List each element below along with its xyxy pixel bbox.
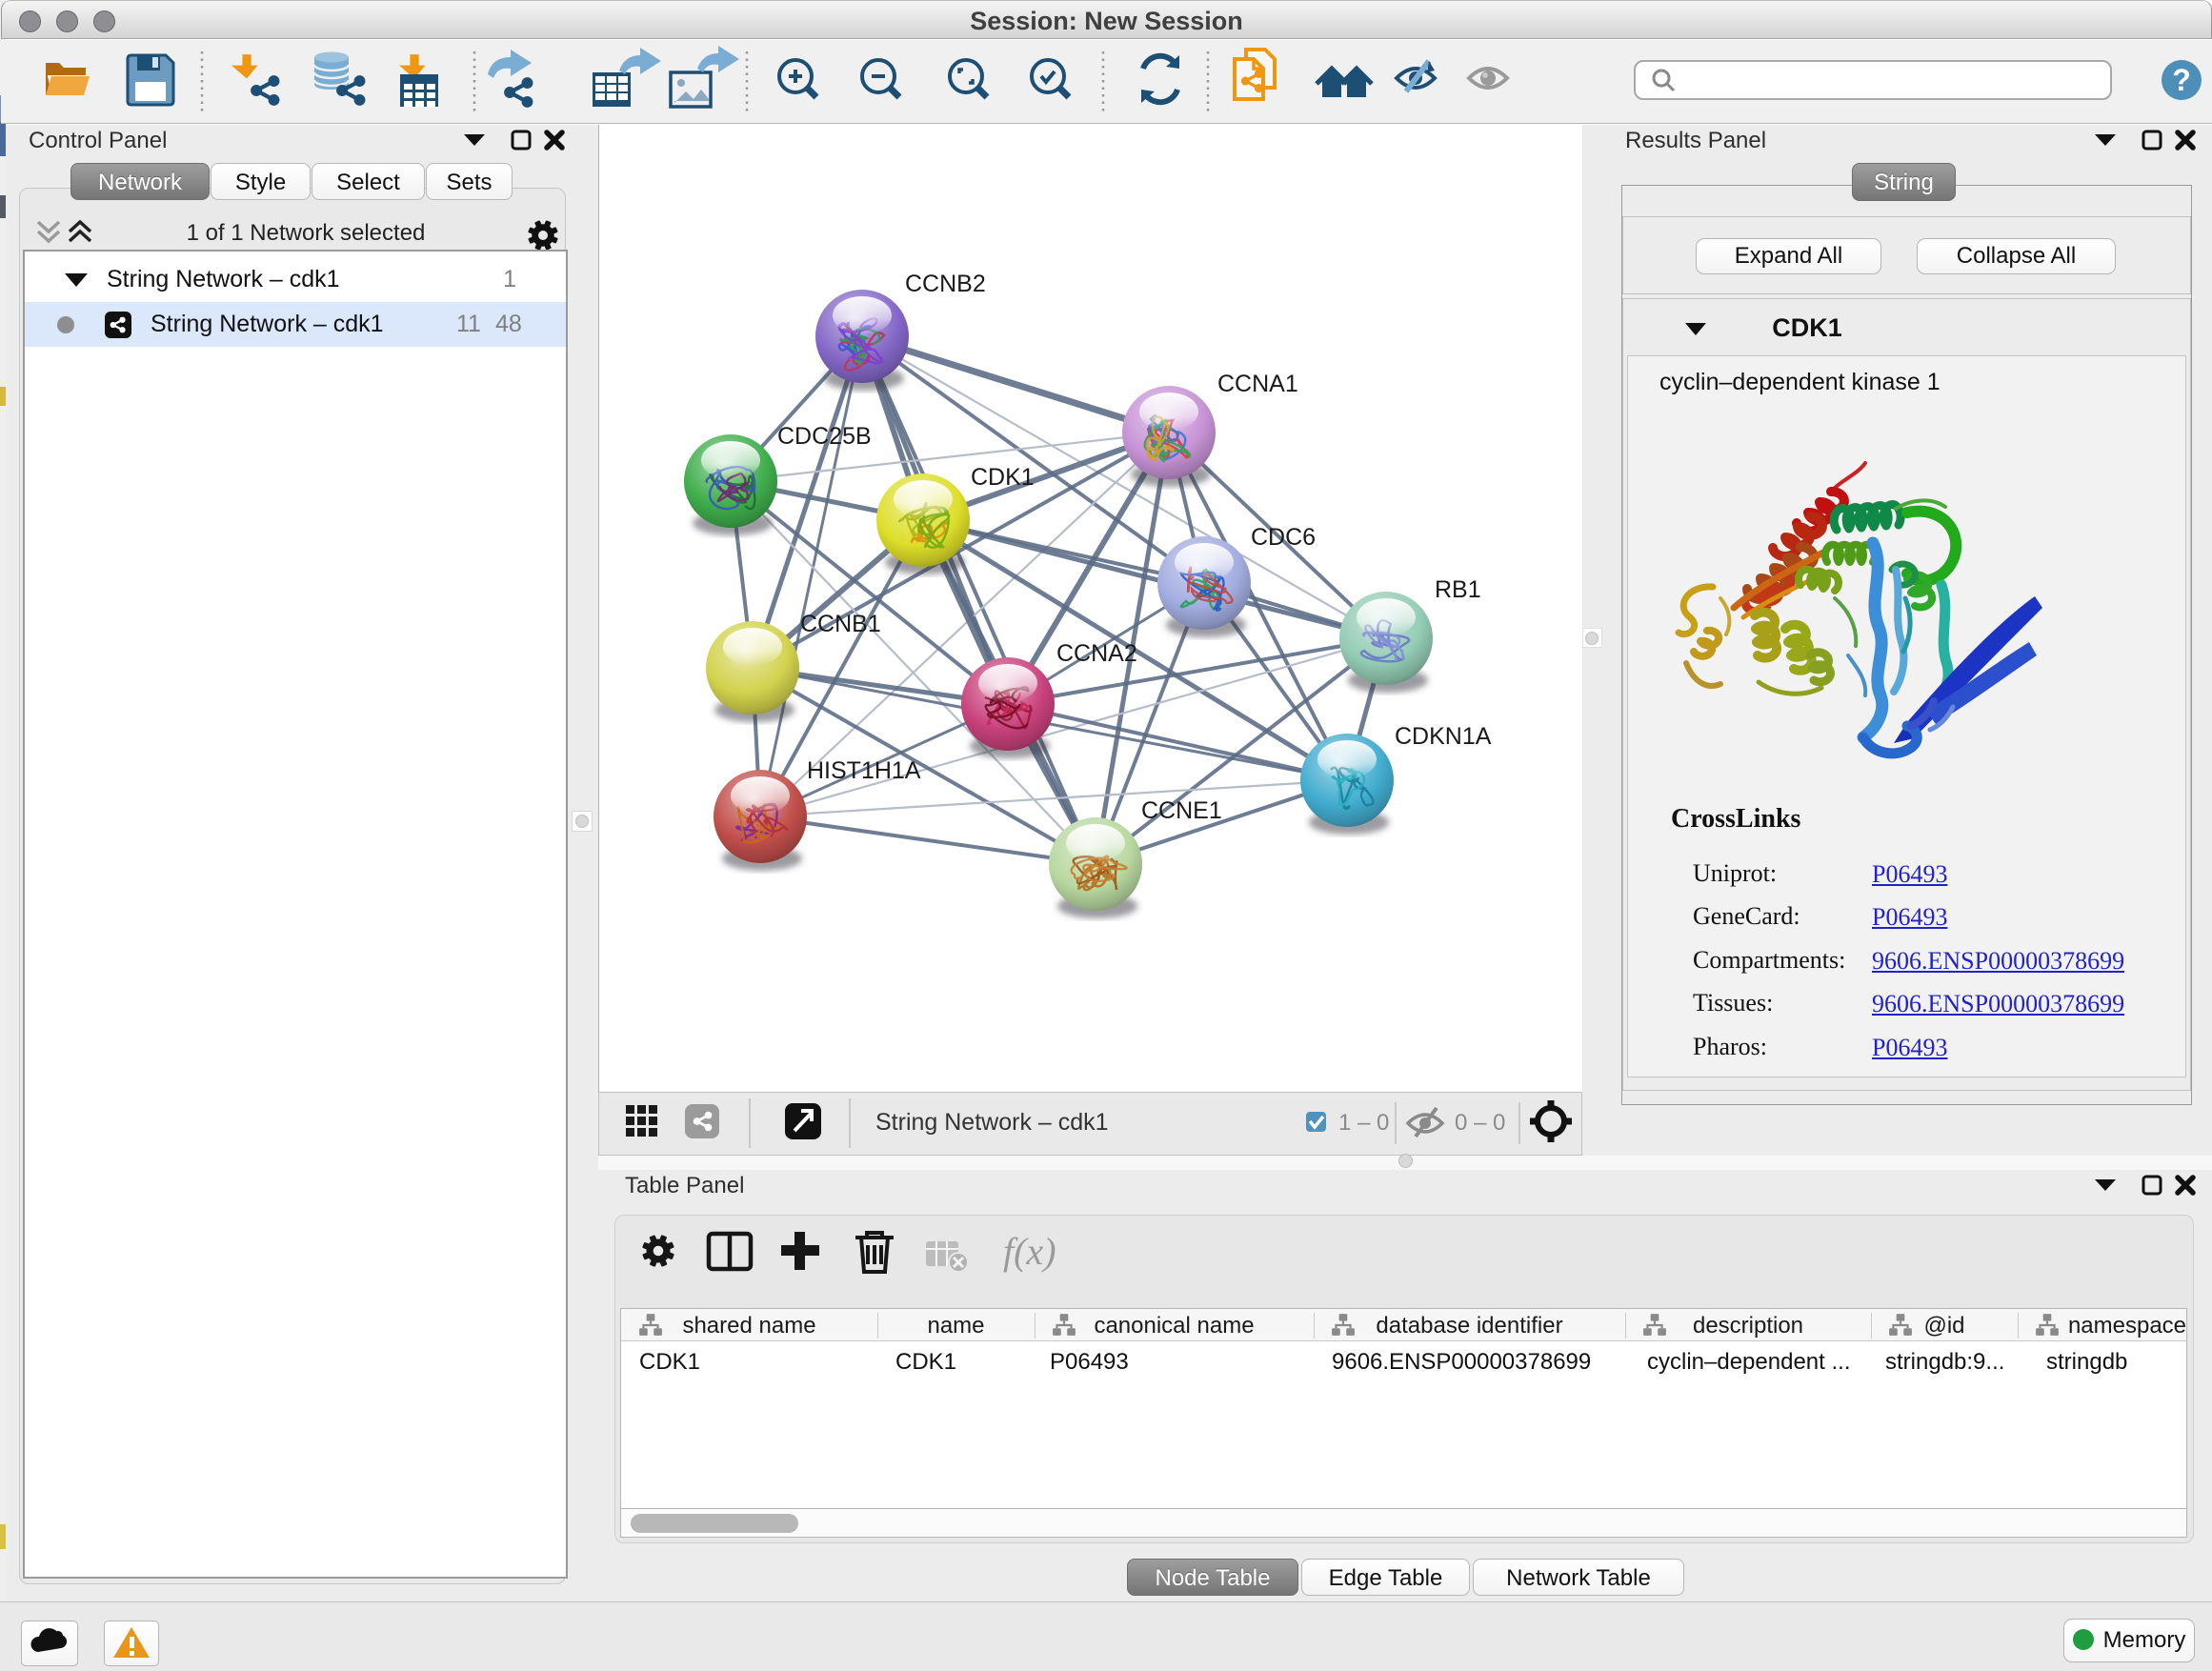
svg-text:0 – 0: 0 – 0 bbox=[1455, 1110, 1505, 1136]
svg-text:RB1: RB1 bbox=[1435, 576, 1481, 603]
svg-text:String Network – cdk1: String Network – cdk1 bbox=[875, 1109, 1109, 1136]
svg-text:CDC25B: CDC25B bbox=[777, 423, 872, 450]
svg-text:?: ? bbox=[2172, 63, 2191, 97]
svg-text:CCNA1: CCNA1 bbox=[1217, 371, 1298, 397]
svg-text:CCNB1: CCNB1 bbox=[800, 611, 881, 637]
svg-text:CCNA2: CCNA2 bbox=[1056, 640, 1137, 667]
svg-text:CDC6: CDC6 bbox=[1251, 524, 1316, 551]
svg-text:CCNB2: CCNB2 bbox=[905, 271, 986, 297]
svg-text:HIST1H1A: HIST1H1A bbox=[807, 757, 921, 784]
svg-text:f(x): f(x) bbox=[1003, 1230, 1056, 1273]
svg-text:CDKN1A: CDKN1A bbox=[1395, 723, 1492, 750]
svg-text:CDK1: CDK1 bbox=[971, 464, 1035, 491]
svg-text:1 – 0: 1 – 0 bbox=[1338, 1110, 1389, 1136]
svg-text:CCNE1: CCNE1 bbox=[1141, 797, 1222, 824]
